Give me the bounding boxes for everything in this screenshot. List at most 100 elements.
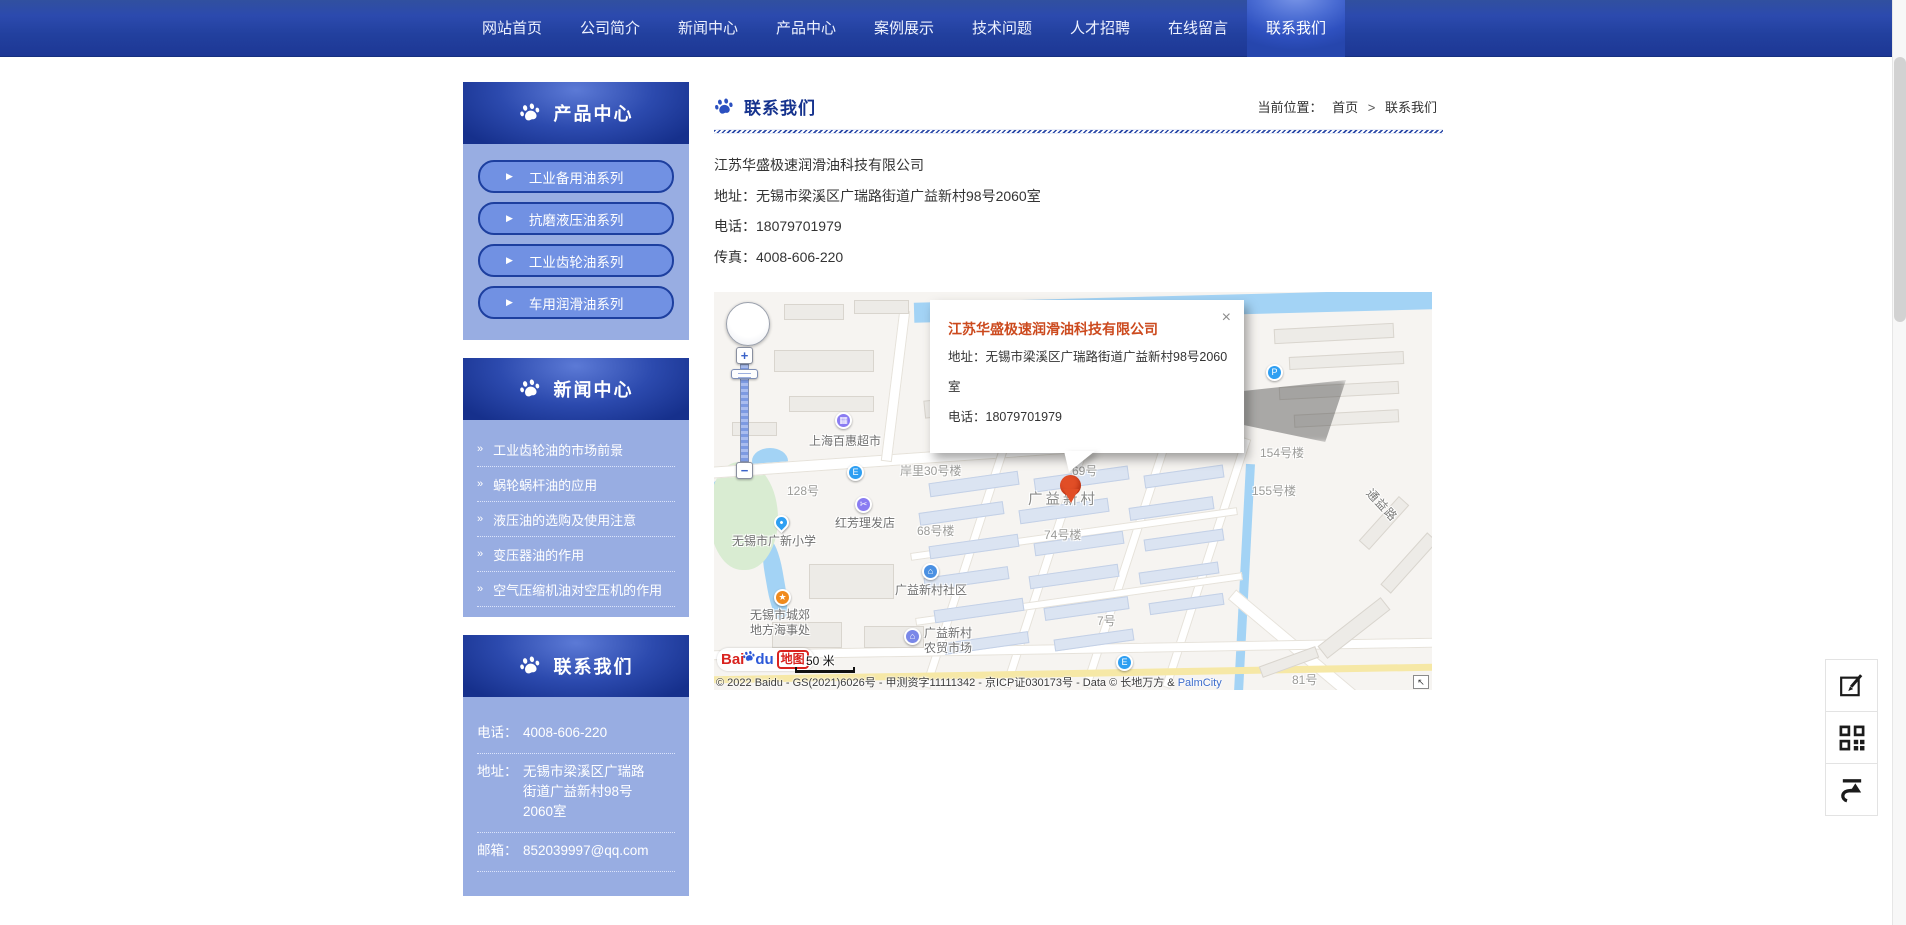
map-attribution: © 2022 Baidu - GS(2021)6026号 - 甲测资字11111… (716, 674, 1222, 690)
product-category-list: ▶ 工业备用油系列 ▶ 抗磨液压油系列 ▶ 工业齿轮油系列 ▶ (463, 144, 689, 340)
breadcrumb-separator: > (1368, 100, 1376, 115)
map-label: 7号 (1097, 614, 1116, 629)
nav-item[interactable]: 新闻中心 (659, 0, 757, 57)
paw-icon (516, 100, 543, 127)
zoom-slider-handle[interactable] (731, 369, 758, 379)
attribution-text: © 2022 Baidu - GS(2021)6026号 - 甲测资字11111… (716, 677, 1178, 689)
nav-item[interactable]: 案例展示 (855, 0, 953, 57)
map-building (854, 300, 909, 314)
map-poi-icon: E (847, 464, 864, 481)
map-label: 74号楼 (1044, 528, 1081, 543)
map-building (1289, 351, 1405, 370)
nav-item[interactable]: 技术问题 (953, 0, 1051, 57)
map-label: 上海百惠超市 (809, 434, 881, 449)
pan-up-icon[interactable] (743, 308, 753, 318)
sidebar-news-title: 新闻中心 (554, 376, 634, 402)
triangle-icon: ▶ (506, 256, 513, 265)
location-marker[interactable] (1060, 475, 1081, 496)
sidebar-news-section: 新闻中心 » 工业齿轮油的市场前景 » 蜗轮蜗杆油的应用 » (463, 358, 689, 617)
baidu-paw-icon (742, 649, 757, 664)
map-label: 154号楼 (1260, 446, 1304, 461)
breadcrumb: 当前位置： 首页 > 联系我们 (1257, 97, 1443, 116)
news-link-label: 工业齿轮油的市场前景 (493, 440, 623, 459)
nav-item[interactable]: 公司简介 (561, 0, 659, 57)
map-building (919, 501, 1005, 526)
sidebar-contact-section: 联系我们 电话： 4008-606-220 地址： 无锡市梁溪区广瑞路街道广益新… (463, 635, 689, 896)
map-pan-control[interactable] (726, 302, 770, 346)
map-building (774, 350, 874, 372)
paw-icon (516, 653, 543, 680)
map-building (1380, 532, 1432, 593)
triangle-icon: ▶ (506, 172, 513, 181)
product-category-button[interactable]: ▶ 工业齿轮油系列 (478, 244, 674, 277)
nav-item[interactable]: 联系我们 (1247, 0, 1345, 57)
map-infowindow: × 江苏华盛极速润滑油科技有限公司 地址：无锡市梁溪区广瑞路街道广益新村98号2… (930, 300, 1244, 453)
sidebar-product-section: 产品中心 ▶ 工业备用油系列 ▶ 抗磨液压油系列 ▶ (463, 82, 689, 340)
news-link[interactable]: » 液压油的选购及使用注意 (477, 502, 675, 537)
product-category-label: 工业齿轮油系列 (529, 251, 624, 271)
nav-item[interactable]: 网站首页 (463, 0, 561, 57)
road (881, 310, 910, 462)
product-category-button[interactable]: ▶ 车用润滑油系列 (478, 286, 674, 319)
pan-left-icon[interactable] (732, 319, 742, 329)
close-icon[interactable]: × (1222, 310, 1231, 326)
contact-row-label: 邮箱： (477, 841, 523, 861)
nav-item[interactable]: 产品中心 (757, 0, 855, 57)
zoom-out-button[interactable]: − (736, 462, 753, 479)
map-building (809, 564, 894, 599)
pan-right-icon[interactable] (754, 319, 764, 329)
map-poi-icon: ▦ (835, 412, 852, 429)
infowindow-shadow (1242, 380, 1346, 442)
page-scrollbar[interactable] (1892, 0, 1906, 925)
news-link[interactable]: » 变压器油的作用 (477, 537, 675, 572)
pan-down-icon[interactable] (743, 330, 753, 340)
news-link[interactable]: » 工业齿轮油的市场前景 (477, 432, 675, 467)
feedback-button[interactable] (1825, 659, 1878, 712)
breadcrumb-prefix: 当前位置： (1257, 100, 1322, 115)
triangle-icon: ▶ (506, 298, 513, 307)
news-link[interactable]: » 蜗轮蜗杆油的应用 (477, 467, 675, 502)
page-title: 联系我们 (744, 94, 816, 119)
map-poi-icon: ✂ (855, 496, 872, 513)
top-nav: 网站首页公司简介新闻中心产品中心案例展示技术问题人才招聘在线留言联系我们 (0, 0, 1906, 57)
map-poi-icon: P (1266, 364, 1283, 381)
compass-icon[interactable]: ↖ (1413, 675, 1429, 689)
nav-item[interactable]: 在线留言 (1149, 0, 1247, 57)
map-building (934, 598, 1025, 623)
nav-items: 网站首页公司简介新闻中心产品中心案例展示技术问题人才招聘在线留言联系我们 (463, 0, 1443, 57)
zoom-in-button[interactable]: + (736, 347, 753, 364)
sidebar-contact-header: 联系我们 (463, 635, 689, 697)
back-to-top-button[interactable] (1825, 763, 1878, 816)
product-category-label: 抗磨液压油系列 (529, 209, 624, 229)
news-list: » 工业齿轮油的市场前景 » 蜗轮蜗杆油的应用 » 液压油的选购及使用注意 (463, 420, 689, 617)
main-header: 联系我们 当前位置： 首页 > 联系我们 (714, 82, 1443, 119)
product-category-button[interactable]: ▶ 工业备用油系列 (478, 160, 674, 193)
map-label: 广益新村 农贸市场 (924, 626, 972, 656)
qrcode-button[interactable] (1825, 711, 1878, 764)
company-info: 江苏华盛极速润滑油科技有限公司 地址：无锡市梁溪区广瑞路街道广益新村98号206… (714, 150, 1443, 272)
double-chevron-icon: » (477, 443, 483, 455)
company-address: 地址：无锡市梁溪区广瑞路街道广益新村98号2060室 (714, 181, 1443, 212)
company-name: 江苏华盛极速润滑油科技有限公司 (714, 150, 1443, 181)
scrollbar-thumb[interactable] (1894, 57, 1906, 322)
double-chevron-icon: » (477, 548, 483, 560)
infowindow-title: 江苏华盛极速润滑油科技有限公司 (948, 316, 1226, 342)
infowindow-pointer (1064, 451, 1095, 472)
contact-row-label: 地址： (477, 762, 523, 822)
product-category-button[interactable]: ▶ 抗磨液压油系列 (478, 202, 674, 235)
map-poi-icon: E (1116, 654, 1133, 671)
news-link-label: 空气压缩机油对空压机的作用 (493, 580, 662, 599)
map-building (784, 304, 844, 320)
breadcrumb-home-link[interactable]: 首页 (1332, 100, 1358, 115)
edit-icon (1837, 671, 1867, 701)
triangle-icon: ▶ (506, 214, 513, 223)
map-label: 岸里30号楼 (900, 464, 961, 479)
nav-item[interactable]: 人才招聘 (1051, 0, 1149, 57)
baidu-logo-bai: Bai (721, 651, 744, 668)
sidebar-news-header: 新闻中心 (463, 358, 689, 420)
palmcity-link[interactable]: PalmCity (1178, 677, 1222, 689)
infowindow-address-line2: 室 (948, 372, 1226, 402)
breadcrumb-current-link[interactable]: 联系我们 (1385, 100, 1437, 115)
news-link[interactable]: » 空气压缩机油对空压机的作用 (477, 572, 675, 607)
baidu-map[interactable]: 上海百惠超市岸里30号楼128号红芳理发店无锡市广新小学68号楼69号广益新村7… (714, 292, 1432, 690)
